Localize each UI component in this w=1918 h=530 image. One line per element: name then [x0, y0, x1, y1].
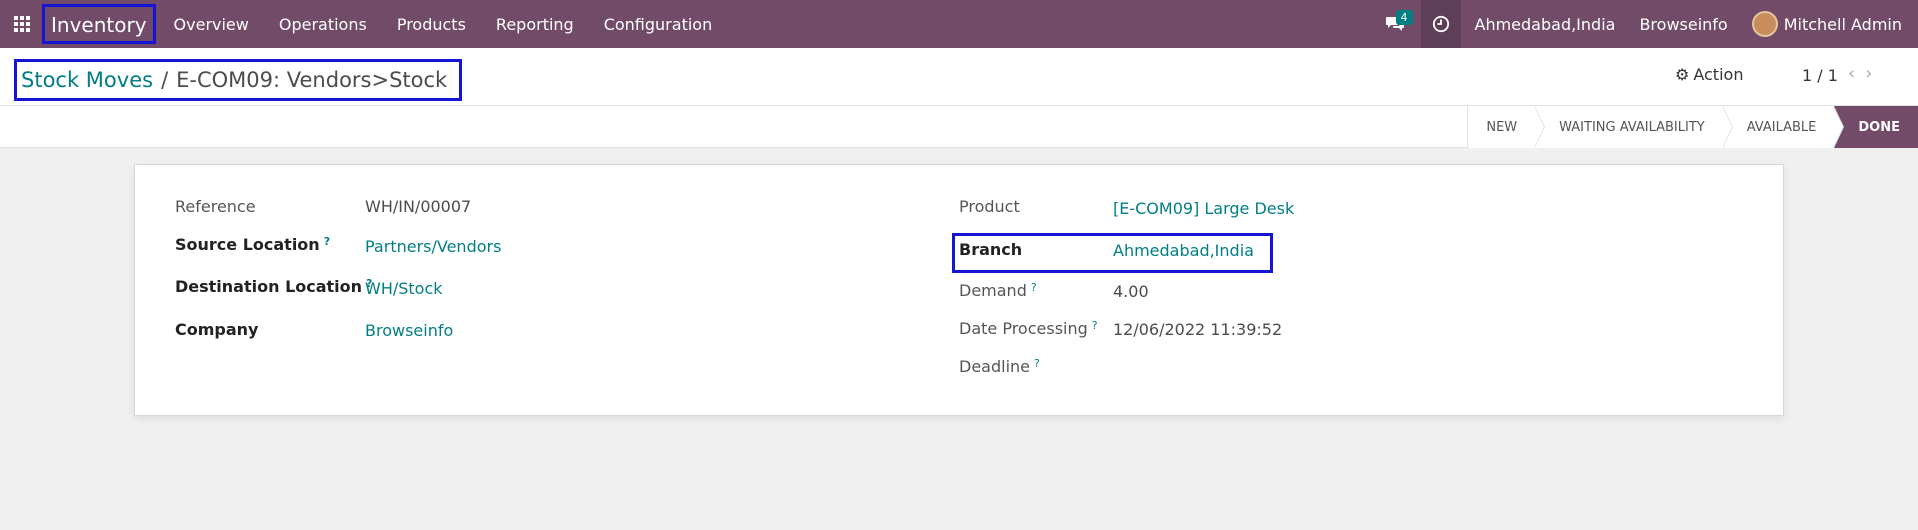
breadcrumb-current: E-COM09: Vendors>Stock — [176, 68, 448, 92]
deadline-label-text: Deadline — [959, 357, 1030, 376]
source-location-label-text: Source Location — [175, 235, 320, 254]
branch-value[interactable]: Ahmedabad,India — [1113, 241, 1254, 260]
stage-waiting-availability[interactable]: WAITING AVAILABILITY — [1535, 106, 1733, 148]
demand-label: Demand? — [959, 281, 1037, 300]
menu-products[interactable]: Products — [397, 15, 466, 34]
reference-label: Reference — [175, 197, 256, 216]
control-panel: Stock Moves / E-COM09: Vendors>Stock ⚙ A… — [0, 48, 1918, 106]
menu-reporting[interactable]: Reporting — [496, 15, 574, 34]
help-icon[interactable]: ? — [324, 235, 330, 248]
source-location-value[interactable]: Partners/Vendors — [365, 237, 501, 256]
stage-new[interactable]: NEW — [1467, 106, 1545, 148]
date-processing-label: Date Processing? — [959, 319, 1098, 338]
help-icon[interactable]: ? — [1034, 357, 1040, 370]
gear-icon: ⚙ — [1675, 65, 1690, 84]
help-icon[interactable]: ? — [1031, 281, 1037, 294]
breadcrumb: Stock Moves / E-COM09: Vendors>Stock — [14, 59, 463, 101]
demand-value: 4.00 — [1113, 282, 1149, 301]
company-switcher[interactable]: Browseinfo — [1639, 15, 1727, 34]
app-name[interactable]: Inventory — [42, 4, 156, 44]
demand-label-text: Demand — [959, 281, 1027, 300]
deadline-label: Deadline? — [959, 357, 1040, 376]
pager-next-icon[interactable]: › — [1865, 63, 1882, 84]
status-stages: NEW WAITING AVAILABILITY AVAILABLE DONE — [1467, 106, 1918, 148]
destination-location-value[interactable]: WH/Stock — [365, 279, 443, 298]
pager-previous-icon[interactable]: ‹ — [1848, 63, 1865, 84]
user-menu[interactable]: Mitchell Admin — [1784, 15, 1902, 34]
reference-value: WH/IN/00007 — [365, 197, 472, 216]
help-icon[interactable]: ? — [1092, 319, 1098, 332]
product-label: Product — [959, 197, 1020, 216]
company-value[interactable]: Browseinfo — [365, 321, 453, 340]
message-count-badge: 4 — [1395, 10, 1413, 25]
destination-location-label: Destination Location? — [175, 277, 372, 296]
branch-label: Branch — [959, 240, 1023, 259]
product-value[interactable]: [E-COM09] Large Desk — [1113, 199, 1294, 218]
menu-configuration[interactable]: Configuration — [604, 15, 713, 34]
destination-location-label-text: Destination Location — [175, 277, 363, 296]
company-label: Company — [175, 320, 259, 339]
navbar-systray: 4 Ahmedabad,India Browseinfo Mitchell Ad… — [1375, 0, 1918, 48]
activity-clock-icon[interactable] — [1420, 0, 1461, 48]
form-sheet: Reference WH/IN/00007 Source Location? P… — [134, 164, 1784, 416]
clock-icon — [1432, 15, 1449, 33]
branch-switcher[interactable]: Ahmedabad,India — [1475, 15, 1616, 34]
menu-overview[interactable]: Overview — [174, 15, 249, 34]
stage-available[interactable]: AVAILABLE — [1722, 106, 1845, 148]
action-label: Action — [1693, 65, 1744, 84]
main-menu: Overview Operations Products Reporting C… — [174, 15, 743, 34]
avatar[interactable] — [1751, 11, 1778, 37]
action-button[interactable]: ⚙ Action — [1675, 65, 1743, 84]
apps-menu-icon[interactable] — [0, 0, 44, 48]
date-processing-label-text: Date Processing — [959, 319, 1088, 338]
menu-operations[interactable]: Operations — [279, 15, 367, 34]
breadcrumb-stock-moves[interactable]: Stock Moves — [21, 68, 153, 92]
stage-done[interactable]: DONE — [1834, 106, 1918, 148]
pager-value[interactable]: 1 / 1 — [1802, 66, 1838, 85]
top-navbar: Inventory Overview Operations Products R… — [0, 0, 1918, 48]
breadcrumb-separator: / — [161, 68, 169, 92]
status-bar: NEW WAITING AVAILABILITY AVAILABLE DONE — [0, 106, 1918, 148]
source-location-label: Source Location? — [175, 235, 330, 254]
date-processing-value: 12/06/2022 11:39:52 — [1113, 320, 1283, 339]
messages-icon[interactable]: 4 — [1375, 0, 1415, 48]
pager-nav: ‹› — [1848, 63, 1882, 84]
